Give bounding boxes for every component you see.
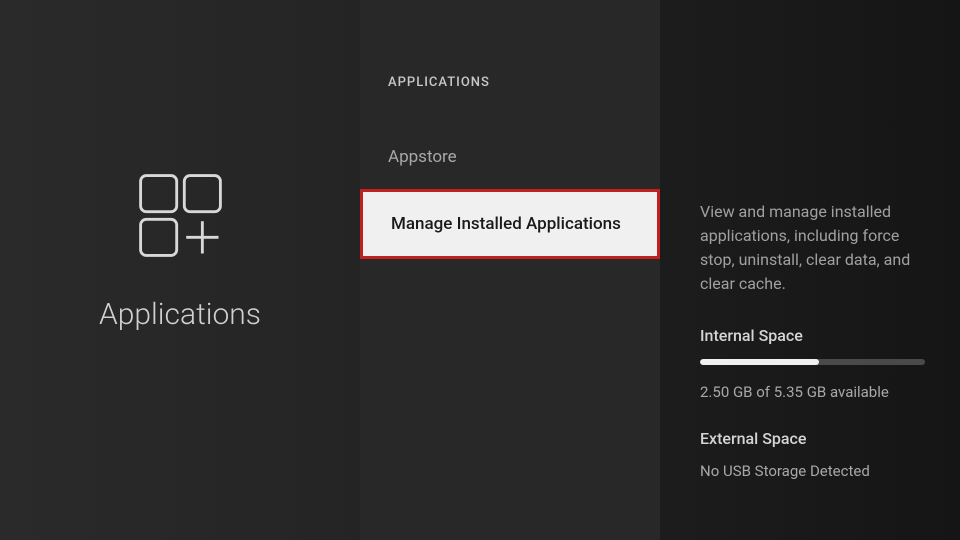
menu-item-manage-installed-applications[interactable]: Manage Installed Applications bbox=[360, 189, 660, 259]
middle-panel: APPLICATIONS Appstore Manage Installed A… bbox=[360, 0, 660, 540]
left-panel: Applications bbox=[0, 0, 360, 540]
internal-space-value: 2.50 GB of 5.35 GB available bbox=[700, 383, 930, 401]
right-panel: View and manage installed applications, … bbox=[660, 0, 960, 540]
internal-space-progress bbox=[700, 359, 925, 365]
section-header: APPLICATIONS bbox=[360, 75, 660, 125]
internal-space-title: Internal Space bbox=[700, 326, 930, 345]
applications-icon bbox=[133, 168, 228, 267]
menu-item-appstore[interactable]: Appstore bbox=[360, 125, 660, 189]
external-space-title: External Space bbox=[700, 429, 930, 448]
left-panel-title: Applications bbox=[99, 297, 261, 332]
internal-space-progress-fill bbox=[700, 359, 819, 365]
external-space-value: No USB Storage Detected bbox=[700, 462, 930, 480]
description-text: View and manage installed applications, … bbox=[700, 200, 930, 296]
